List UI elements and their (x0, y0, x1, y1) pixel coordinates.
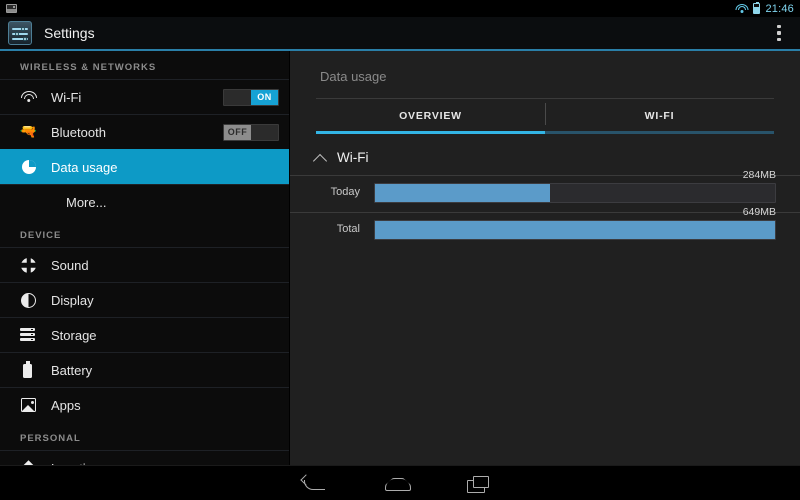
content-pane: Data usage OVERVIEW WI-FI Wi-Fi Today 28… (290, 51, 800, 465)
battery-icon (753, 1, 761, 14)
storage-icon (20, 327, 37, 344)
action-bar: Settings (0, 17, 800, 51)
status-bar-notifications (6, 4, 17, 13)
toggle-off-half: OFF (224, 124, 251, 140)
sidebar-item-data-usage[interactable]: Data usage (0, 149, 289, 184)
status-bar-clock: 21:46 (765, 2, 794, 15)
wifi-icon (735, 3, 749, 14)
bluetooth-toggle[interactable]: OFF (223, 123, 279, 141)
toggle-on-half (251, 124, 278, 140)
sidebar-item-more[interactable]: More... (0, 184, 289, 219)
chevron-up-icon[interactable] (314, 152, 325, 163)
sidebar-item-apps[interactable]: Apps (0, 387, 289, 422)
section-header-wireless: WIRELESS & NETWORKS (20, 62, 157, 73)
status-bar-system: 21:46 (735, 1, 794, 15)
sidebar-item-display[interactable]: Display (0, 282, 289, 317)
bar-fill (375, 221, 775, 239)
wifi-toggle[interactable]: ON (223, 88, 279, 106)
overflow-menu-icon[interactable] (770, 21, 788, 45)
usage-value-label: 649MB (742, 206, 776, 218)
bar-track (374, 183, 776, 203)
sidebar-item-label: Wi-Fi (51, 89, 82, 105)
bar-fill (375, 184, 551, 202)
usage-bar-today: 284MB (374, 169, 776, 203)
settings-sliders-icon (8, 21, 32, 45)
tab-overview[interactable]: OVERVIEW (316, 99, 545, 134)
bar-track (374, 220, 776, 240)
usage-row-total: Total 649MB (290, 206, 800, 249)
image-icon (6, 4, 17, 13)
usage-value-label: 284MB (742, 169, 776, 181)
toggle-off-half (224, 89, 251, 105)
navigation-bar (0, 465, 800, 500)
sidebar-item-label: Bluetooth (51, 124, 106, 140)
sidebar-item-location-access[interactable]: Location access (0, 450, 289, 465)
sidebar-item-bluetooth[interactable]: 🔫 Bluetooth OFF (0, 114, 289, 149)
sidebar-item-storage[interactable]: Storage (0, 317, 289, 352)
home-icon[interactable] (382, 471, 412, 495)
sidebar-item-wifi[interactable]: Wi-Fi ON (0, 79, 289, 114)
tab-wifi[interactable]: WI-FI (545, 99, 774, 134)
section-header-personal: PERSONAL (20, 433, 81, 444)
usage-bar-total: 649MB (374, 206, 776, 240)
back-icon[interactable] (300, 471, 330, 495)
bluetooth-icon: 🔫 (19, 124, 38, 140)
page-title: Data usage (320, 69, 387, 84)
sidebar-item-sound[interactable]: Sound (0, 247, 289, 282)
android-settings-screen: 21:46 Settings WIRELESS & NETWORKS Wi-Fi… (0, 0, 800, 500)
battery-icon (20, 361, 37, 379)
sidebar-item-label: Storage (51, 327, 97, 343)
app-title: Settings (44, 25, 95, 41)
usage-row-today: Today 284MB (290, 169, 800, 212)
recents-icon[interactable] (464, 471, 494, 495)
usage-period-label: Today (330, 186, 360, 198)
sidebar-item-label: Data usage (51, 159, 118, 175)
sidebar-item-label: Battery (51, 362, 93, 378)
toggle-on-half: ON (251, 89, 278, 105)
wifi-icon (20, 89, 37, 106)
sidebar-item-label: Sound (51, 257, 89, 273)
tab-bar[interactable]: OVERVIEW WI-FI (316, 98, 774, 134)
usage-period-label: Total (336, 223, 360, 235)
section-header-device: DEVICE (20, 230, 62, 241)
status-bar: 21:46 (0, 0, 800, 17)
wifi-section-header[interactable]: Wi-Fi (290, 134, 800, 175)
sidebar-item-battery[interactable]: Battery (0, 352, 289, 387)
sound-icon (20, 257, 37, 274)
settings-sidebar[interactable]: WIRELESS & NETWORKS Wi-Fi ON 🔫 Bluetooth… (0, 51, 290, 465)
sidebar-item-label: Apps (51, 397, 81, 413)
sidebar-item-label: Display (51, 292, 94, 308)
sidebar-item-label: More... (66, 194, 107, 210)
data-usage-icon (20, 159, 37, 176)
body-area: WIRELESS & NETWORKS Wi-Fi ON 🔫 Bluetooth… (0, 51, 800, 465)
apps-icon (20, 397, 37, 414)
section-title: Wi-Fi (337, 150, 369, 165)
display-icon (20, 292, 37, 309)
